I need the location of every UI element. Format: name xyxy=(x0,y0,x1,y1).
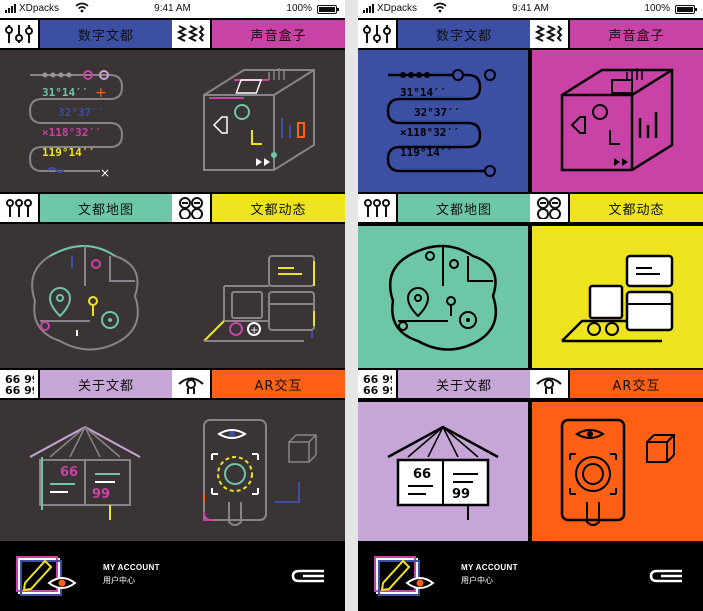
account-label-zh: 用户中心 xyxy=(461,576,493,585)
svg-text:31°14′′: 31°14′′ xyxy=(42,86,88,99)
digital-illustration: 31°14′′ + 32°37′′ ×118°32′′ 119°14′′ × xyxy=(28,70,124,180)
tile-map[interactable] xyxy=(0,226,170,368)
news-illustration: + xyxy=(203,255,315,342)
tab-sound[interactable]: 声音盒子 xyxy=(530,18,703,50)
menu-toggle-icon[interactable] xyxy=(648,566,684,586)
tile-map[interactable] xyxy=(358,226,530,368)
footer-bar: MY ACCOUNT 用户中心 xyxy=(0,541,345,611)
svg-text:+: + xyxy=(250,325,258,336)
tab-news-label: 文都动态 xyxy=(212,194,345,222)
svg-text:×: × xyxy=(100,166,110,180)
my-account-link[interactable]: MY ACCOUNT 用户中心 xyxy=(103,563,160,586)
svg-text:32°37′′: 32°37′′ xyxy=(414,106,460,119)
sliders-icon xyxy=(358,20,398,48)
eye-icon xyxy=(172,370,212,398)
svg-text:32°37′′: 32°37′′ xyxy=(58,106,104,119)
tab-ar[interactable]: AR交互 xyxy=(172,368,345,400)
menu-toggle-icon[interactable] xyxy=(290,566,326,586)
svg-text:66: 66 xyxy=(413,467,431,482)
tab-map[interactable]: 文都地图 xyxy=(0,192,172,224)
svg-text:66: 66 xyxy=(60,465,78,480)
battery-icon xyxy=(317,5,339,14)
my-account-link[interactable]: MY ACCOUNT 用户中心 xyxy=(461,563,518,586)
tab-news[interactable]: 文都动态 xyxy=(172,192,345,224)
about-book-illustration: 66 99 xyxy=(29,425,141,520)
tile-about[interactable]: 66 99 xyxy=(0,402,170,541)
account-label-en: MY ACCOUNT xyxy=(103,563,160,572)
about-book-illustration: 66 99 xyxy=(387,425,499,520)
svg-text:66 99: 66 99 xyxy=(363,384,392,395)
svg-text:99: 99 xyxy=(92,487,110,502)
news-illustration xyxy=(561,254,674,343)
news-circles-icon xyxy=(172,194,212,222)
quote-icon: 66 9966 99 xyxy=(0,370,40,398)
tile-sound[interactable] xyxy=(532,50,703,192)
sound-box-illustration xyxy=(203,68,315,171)
tab-digital[interactable]: 数字文都 xyxy=(358,18,530,50)
tab-sound-label: 声音盒子 xyxy=(212,20,345,48)
tab-about-label: 关于文都 xyxy=(40,370,172,398)
ar-phone-illustration xyxy=(560,418,675,526)
tile-ar[interactable] xyxy=(174,402,345,541)
svg-text:×118°32′′: ×118°32′′ xyxy=(400,126,460,139)
tab-sound[interactable]: 声音盒子 xyxy=(172,18,345,50)
svg-text:+: + xyxy=(95,85,107,101)
tile-about[interactable]: 66 99 xyxy=(358,402,530,541)
tab-about[interactable]: 66 9966 99 关于文都 xyxy=(358,368,530,400)
tab-map[interactable]: 文都地图 xyxy=(358,192,530,224)
phone-dark-theme: XDpacks 9:41 AM 100% 数字文都 声音盒子 31°14′′ +… xyxy=(0,0,345,611)
account-logo-icon[interactable] xyxy=(373,553,438,601)
digital-illustration: 31°14′′ 32°37′′ ×118°32′′ 119°14′′ xyxy=(386,69,496,177)
waveform-icon xyxy=(530,20,570,48)
battery-percent: 100% xyxy=(286,3,312,14)
tab-ar-label: AR交互 xyxy=(570,370,703,398)
tab-sound-label: 声音盒子 xyxy=(570,20,703,48)
svg-text:66 99: 66 99 xyxy=(5,384,34,395)
map-illustration xyxy=(388,244,498,351)
svg-text:99: 99 xyxy=(452,487,470,502)
sound-box-illustration xyxy=(560,68,674,172)
tile-news[interactable] xyxy=(532,226,703,368)
tile-digital[interactable]: 31°14′′ 32°37′′ ×118°32′′ 119°14′′ xyxy=(358,50,530,192)
quote-icon: 66 9966 99 xyxy=(358,370,398,398)
tile-digital[interactable]: 31°14′′ + 32°37′′ ×118°32′′ 119°14′′ × xyxy=(0,50,170,192)
tab-map-label: 文都地图 xyxy=(398,194,530,222)
map-pins-icon xyxy=(358,194,398,222)
tab-news[interactable]: 文都动态 xyxy=(530,192,703,224)
status-bar: XDpacks 9:41 AM 100% xyxy=(0,0,345,18)
tab-about-label: 关于文都 xyxy=(398,370,530,398)
news-circles-icon xyxy=(530,194,570,222)
tile-news[interactable]: + xyxy=(174,226,345,368)
tab-ar-label: AR交互 xyxy=(212,370,345,398)
footer-bar: MY ACCOUNT 用户中心 xyxy=(358,541,703,611)
svg-text:119°14′′: 119°14′′ xyxy=(400,146,453,159)
tile-ar[interactable] xyxy=(532,402,703,541)
ar-phone-illustration xyxy=(203,419,317,526)
map-pins-icon xyxy=(0,194,40,222)
eye-icon xyxy=(530,370,570,398)
tab-digital-label: 数字文都 xyxy=(398,20,530,48)
tab-news-label: 文都动态 xyxy=(570,194,703,222)
battery-icon xyxy=(675,5,697,14)
status-bar: XDpacks 9:41 AM 100% xyxy=(358,0,703,18)
svg-text:×118°32′′: ×118°32′′ xyxy=(42,126,102,139)
tab-about[interactable]: 66 9966 99 关于文都 xyxy=(0,368,172,400)
battery-percent: 100% xyxy=(644,3,670,14)
account-label-zh: 用户中心 xyxy=(103,576,135,585)
waveform-icon xyxy=(172,20,212,48)
phone-color-theme: XDpacks 9:41 AM 100% 数字文都 声音盒子 31°14′′ 3… xyxy=(358,0,703,611)
account-logo-icon[interactable] xyxy=(15,553,80,601)
map-illustration xyxy=(31,245,139,351)
sliders-icon xyxy=(0,20,40,48)
tab-digital[interactable]: 数字文都 xyxy=(0,18,172,50)
tile-sound[interactable] xyxy=(174,50,345,192)
account-label-en: MY ACCOUNT xyxy=(461,563,518,572)
svg-text:31°14′′: 31°14′′ xyxy=(400,86,446,99)
tab-digital-label: 数字文都 xyxy=(40,20,172,48)
tab-ar[interactable]: AR交互 xyxy=(530,368,703,400)
svg-text:119°14′′: 119°14′′ xyxy=(42,146,95,159)
tab-map-label: 文都地图 xyxy=(40,194,172,222)
divider-gap xyxy=(345,0,358,611)
